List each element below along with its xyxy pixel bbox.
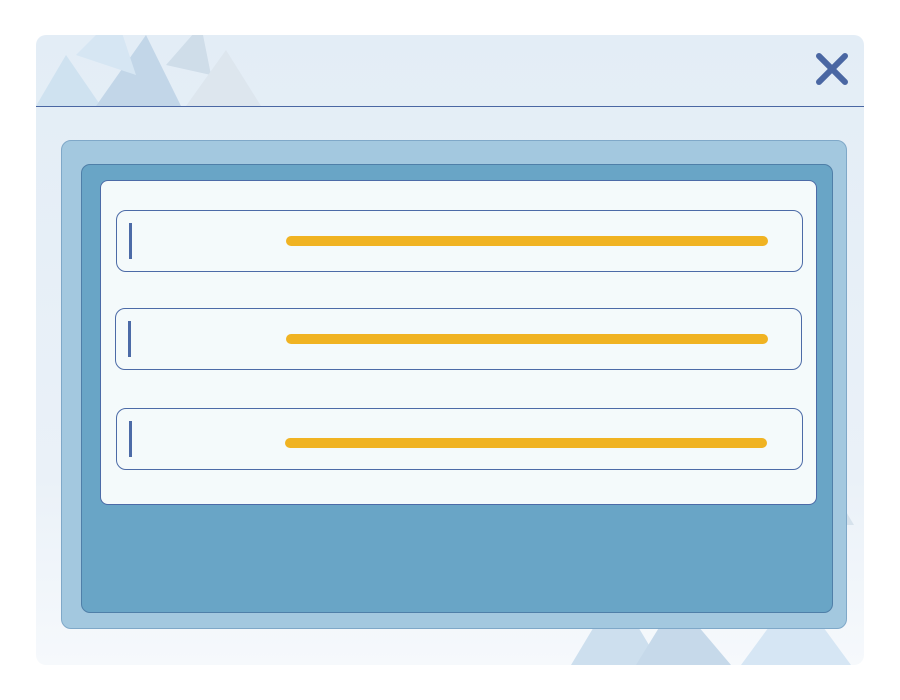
- text-caret: [129, 421, 132, 457]
- form-card: [100, 180, 817, 505]
- field-value-bar-2: [286, 334, 768, 344]
- content-panel-inner: [81, 164, 833, 613]
- field-value-bar-1: [286, 236, 768, 246]
- dialog-header: [36, 35, 864, 107]
- text-caret: [129, 223, 132, 259]
- content-panel-outer: [61, 140, 847, 629]
- input-field-3[interactable]: [116, 408, 803, 470]
- input-field-1[interactable]: [116, 210, 803, 272]
- close-button[interactable]: [812, 49, 852, 89]
- dialog-window: [36, 35, 864, 665]
- field-value-bar-3: [285, 438, 767, 448]
- input-field-2[interactable]: [115, 308, 802, 370]
- close-icon: [816, 53, 848, 85]
- text-caret: [128, 321, 131, 357]
